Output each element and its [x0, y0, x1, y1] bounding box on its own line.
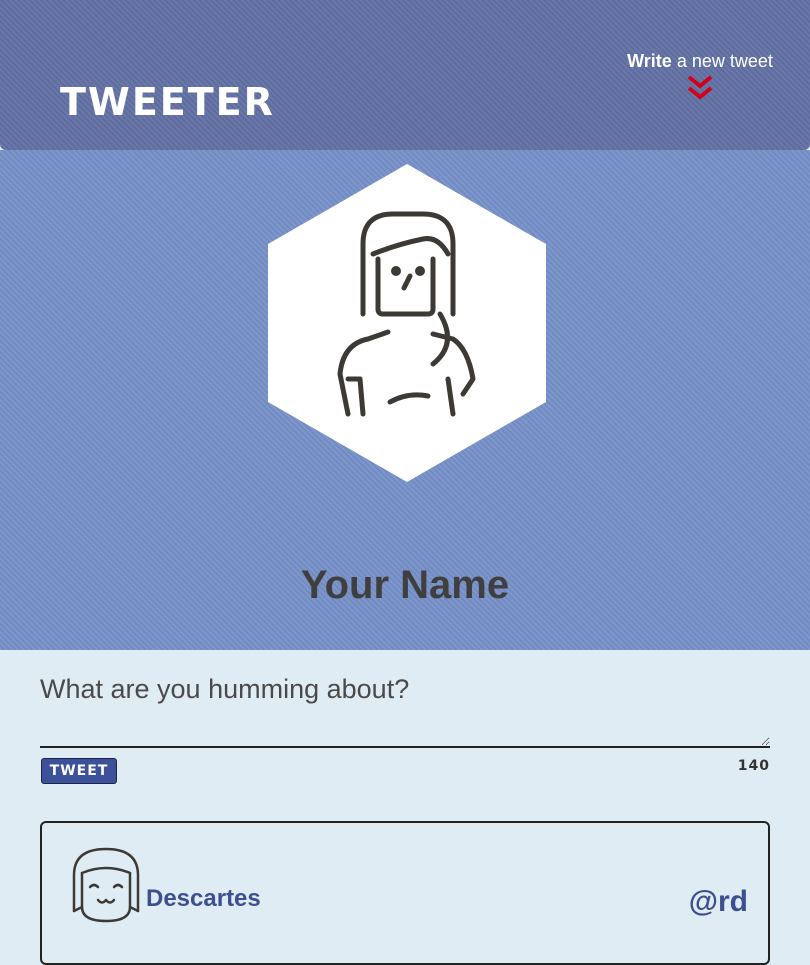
app-logo[interactable]: TWEETER	[60, 80, 275, 124]
top-nav: TWEETER Write a new tweet	[0, 0, 810, 150]
write-tweet-label: Write a new tweet	[627, 50, 773, 72]
tweet-author-handle: @rd	[688, 885, 748, 918]
write-tweet-label-rest: a new tweet	[671, 51, 773, 71]
profile-header: Your Name	[0, 150, 810, 650]
tweet-button[interactable]: TWEET	[41, 758, 117, 784]
write-tweet-toggle[interactable]: Write a new tweet	[600, 50, 800, 110]
profile-name: Your Name	[300, 563, 510, 607]
tweet-textarea[interactable]	[40, 660, 770, 748]
compose-tweet-form: TWEET 140	[40, 660, 770, 790]
tweet-author-name: Descartes	[146, 885, 261, 912]
double-chevron-down-icon[interactable]	[686, 74, 714, 102]
woman-avatar-icon	[268, 164, 546, 482]
character-counter: 140	[737, 758, 770, 774]
tweet-card: Descartes @rd	[40, 821, 770, 965]
girl-avatar-icon	[72, 847, 140, 923]
write-tweet-label-bold: Write	[627, 51, 672, 71]
